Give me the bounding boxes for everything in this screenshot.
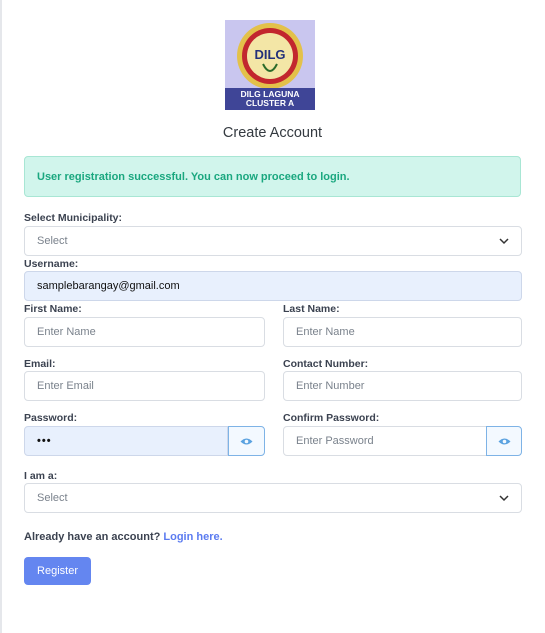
password-label: Password: — [24, 412, 78, 424]
municipality-select[interactable]: Select — [24, 226, 522, 256]
chevron-down-icon — [499, 238, 509, 245]
municipality-select-value: Select — [37, 235, 68, 247]
email-input[interactable]: Enter Email — [24, 371, 265, 401]
toggle-confirm-password-visibility-button[interactable] — [486, 426, 522, 456]
confirm-password-input[interactable]: Enter Password — [283, 426, 487, 456]
toggle-password-visibility-button[interactable] — [228, 426, 265, 456]
login-prompt: Already have an account? Login here. — [24, 531, 223, 543]
login-link[interactable]: Login here. — [163, 531, 222, 543]
eye-icon — [240, 438, 253, 444]
confirm-password-label: Confirm Password: — [283, 412, 380, 424]
logo-caption-line2: CLUSTER A — [246, 98, 294, 108]
page-left-border — [0, 0, 2, 633]
email-label: Email: — [24, 358, 56, 370]
contact-number-label: Contact Number: — [283, 358, 369, 370]
username-label: Username: — [24, 258, 79, 270]
chevron-down-icon — [499, 495, 509, 502]
eye-icon — [498, 438, 510, 444]
success-alert: User registration successful. You can no… — [24, 156, 521, 197]
first-name-input[interactable]: Enter Name — [24, 317, 265, 347]
role-label: I am a: — [24, 470, 58, 482]
last-name-label: Last Name: — [283, 303, 340, 315]
last-name-input[interactable]: Enter Name — [283, 317, 522, 347]
login-prompt-text: Already have an account? — [24, 531, 161, 543]
register-button[interactable]: Register — [24, 557, 91, 585]
contact-number-input[interactable]: Enter Number — [283, 371, 522, 401]
role-select[interactable]: Select — [24, 483, 522, 513]
role-select-value: Select — [37, 492, 68, 504]
municipality-label: Select Municipality: — [24, 212, 123, 224]
page-title: Create Account — [222, 125, 323, 141]
dilg-logo: DILG DILG LAGUNA CLUSTER A — [225, 20, 315, 110]
logo-badge-text: DILG — [254, 47, 285, 62]
password-input[interactable]: ••• — [24, 426, 228, 456]
first-name-label: First Name: — [24, 303, 82, 315]
username-input[interactable]: samplebarangay@gmail.com — [24, 271, 522, 301]
